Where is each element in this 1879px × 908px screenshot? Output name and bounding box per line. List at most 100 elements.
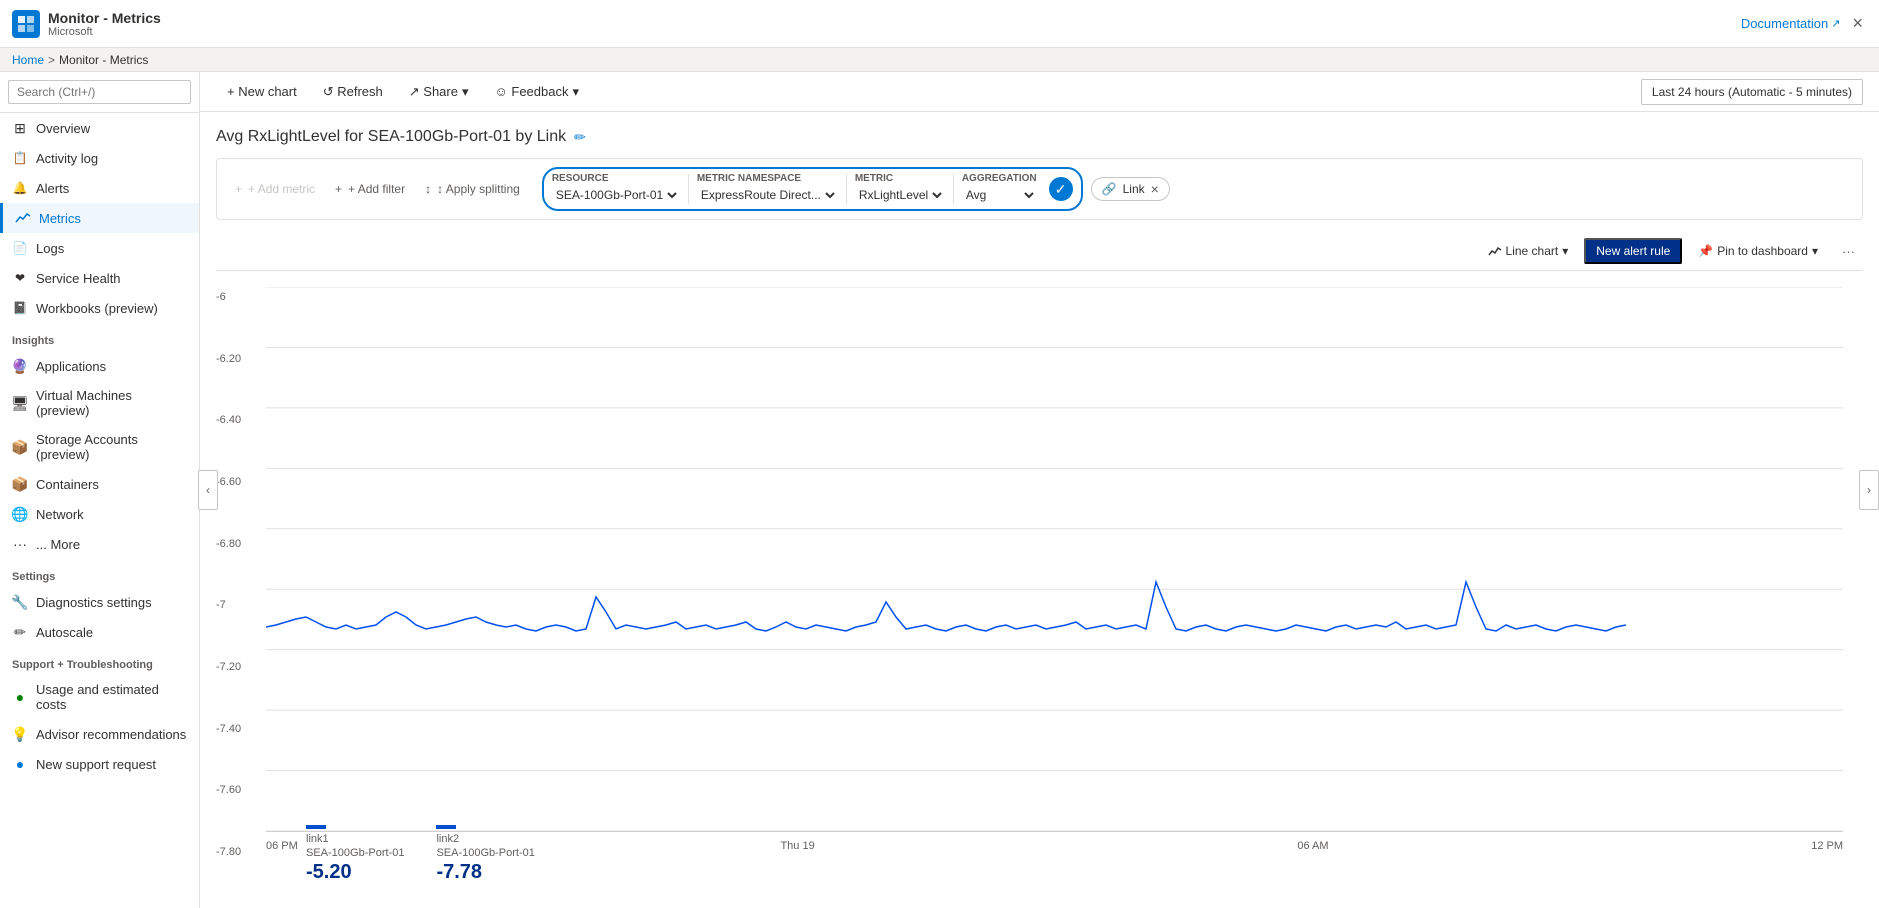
- chart-title: Avg RxLightLevel for SEA-100Gb-Port-01 b…: [216, 128, 566, 146]
- autoscale-icon: ✏: [12, 624, 28, 640]
- advisor-icon: 💡: [12, 726, 28, 742]
- feedback-button[interactable]: ☺ Feedback ▾: [484, 78, 591, 106]
- aggregation-select[interactable]: Avg Min Max: [962, 185, 1037, 205]
- add-filter-button[interactable]: + + Add filter: [329, 179, 411, 199]
- content-area: + New chart ↺ Refresh ↗ Share ▾ ☺ Feedba…: [200, 72, 1879, 908]
- sidebar-item-advisor[interactable]: 💡 Advisor recommendations: [0, 719, 199, 749]
- legend-resource-link2: SEA-100Gb-Port-01: [436, 847, 534, 859]
- sidebar-item-more[interactable]: ··· ... More: [0, 529, 199, 559]
- breadcrumb-home[interactable]: Home: [12, 53, 44, 67]
- support-request-icon: ●: [12, 756, 28, 772]
- sidebar-item-workbooks[interactable]: 📓 Workbooks (preview): [0, 293, 199, 323]
- chart-type-button[interactable]: Line chart ▾: [1480, 240, 1577, 262]
- settings-section-label: Settings: [0, 559, 199, 587]
- network-icon: 🌐: [12, 506, 28, 522]
- chart-legend: link1 SEA-100Gb-Port-01 -5.20 link2 SEA-…: [256, 817, 585, 892]
- new-alert-rule-button[interactable]: New alert rule: [1584, 238, 1682, 264]
- main-toolbar: + New chart ↺ Refresh ↗ Share ▾ ☺ Feedba…: [200, 72, 1879, 112]
- sidebar-item-storage-accounts[interactable]: 📦 Storage Accounts (preview): [0, 425, 199, 469]
- metric-selectors-group: RESOURCE SEA-100Gb-Port-01 METRIC NAMESP…: [542, 167, 1083, 211]
- breadcrumb: Home > Monitor - Metrics: [0, 48, 1879, 72]
- sidebar: ⊞ Overview 📋 Activity log 🔔 Alerts Metri…: [0, 72, 200, 908]
- legend-resource-link1: SEA-100Gb-Port-01: [306, 847, 404, 859]
- sidebar-item-diagnostics[interactable]: 🔧 Diagnostics settings: [0, 587, 199, 617]
- y-axis-labels: -6 -6.20 -6.40 -6.60 -6.80 -7 -7.20 -7.4…: [216, 287, 256, 862]
- namespace-field: METRIC NAMESPACE ExpressRoute Direct...: [697, 173, 838, 205]
- sidebar-item-alerts[interactable]: 🔔 Alerts: [0, 173, 199, 203]
- breadcrumb-current: Monitor - Metrics: [59, 53, 148, 67]
- vm-icon: 🖥: [12, 395, 28, 411]
- new-chart-button[interactable]: + New chart: [216, 78, 308, 105]
- namespace-select[interactable]: ExpressRoute Direct...: [697, 185, 838, 205]
- legend-value-link1: -5.20: [306, 861, 404, 884]
- time-range-button[interactable]: Last 24 hours (Automatic - 5 minutes): [1641, 79, 1863, 105]
- metrics-icon: [15, 210, 31, 226]
- sidebar-item-logs[interactable]: 📄 Logs: [0, 233, 199, 263]
- chart-visualization: -6 -6.20 -6.40 -6.60 -6.80 -7 -7.20 -7.4…: [216, 287, 1863, 892]
- app-title: Monitor - Metrics Microsoft: [48, 10, 161, 38]
- content-expand-button[interactable]: ›: [1859, 470, 1879, 510]
- link-filter-tag[interactable]: 🔗 Link ×: [1091, 177, 1170, 201]
- legend-label-link2: link2: [436, 833, 534, 845]
- documentation-link[interactable]: Documentation ↗: [1741, 16, 1841, 31]
- service-health-icon: ❤: [12, 270, 28, 286]
- top-bar: Monitor - Metrics Microsoft Documentatio…: [0, 0, 1879, 48]
- alerts-icon: 🔔: [12, 180, 28, 196]
- line-chart-icon: [1488, 244, 1502, 258]
- more-icon: ···: [12, 536, 28, 552]
- resource-field: RESOURCE SEA-100Gb-Port-01: [552, 173, 680, 205]
- sidebar-item-applications[interactable]: 🔮 Applications: [0, 351, 199, 381]
- sidebar-search-container: [0, 72, 199, 113]
- apply-splitting-button[interactable]: ↕ ↕ Apply splitting: [419, 179, 526, 199]
- search-input[interactable]: [8, 80, 191, 104]
- applications-icon: 🔮: [12, 358, 28, 374]
- metric-select[interactable]: RxLightLevel: [855, 185, 945, 205]
- remove-link-filter-button[interactable]: ×: [1151, 181, 1159, 197]
- legend-color-link2: [436, 825, 456, 829]
- metric-selector-bar: + + Add metric + + Add filter ↕ ↕ Apply …: [216, 158, 1863, 220]
- workbooks-icon: 📓: [12, 300, 28, 316]
- legend-item-link2: link2 SEA-100Gb-Port-01 -7.78: [436, 825, 534, 884]
- sidebar-collapse-button[interactable]: ‹: [198, 470, 218, 510]
- sidebar-item-overview[interactable]: ⊞ Overview: [0, 113, 199, 143]
- metric-field: METRIC RxLightLevel: [855, 173, 945, 205]
- resource-select[interactable]: SEA-100Gb-Port-01: [552, 185, 680, 205]
- chart-title-row: Avg RxLightLevel for SEA-100Gb-Port-01 b…: [216, 128, 1863, 146]
- sidebar-item-support-request[interactable]: ● New support request: [0, 749, 199, 779]
- sidebar-item-autoscale[interactable]: ✏ Autoscale: [0, 617, 199, 647]
- refresh-button[interactable]: ↺ Refresh: [312, 78, 394, 106]
- sidebar-item-service-health[interactable]: ❤ Service Health: [0, 263, 199, 293]
- containers-icon: 📦: [12, 476, 28, 492]
- sidebar-item-activity-log[interactable]: 📋 Activity log: [0, 143, 199, 173]
- close-button[interactable]: ×: [1848, 9, 1867, 38]
- diagnostics-icon: 🔧: [12, 594, 28, 610]
- chart-more-button[interactable]: ···: [1834, 240, 1863, 263]
- overview-icon: ⊞: [12, 120, 28, 136]
- logs-icon: 📄: [12, 240, 28, 256]
- edit-title-icon[interactable]: ✏: [574, 129, 586, 146]
- confirm-metric-button[interactable]: ✓: [1049, 177, 1073, 201]
- field-separator-2: [846, 174, 847, 204]
- pin-to-dashboard-button[interactable]: 📌 Pin to dashboard ▾: [1690, 240, 1826, 262]
- storage-icon: 📦: [12, 439, 28, 455]
- chart-plot-area: [266, 287, 1843, 832]
- breadcrumb-separator: >: [48, 53, 55, 67]
- chart-type-toolbar: Line chart ▾ New alert rule 📌 Pin to das…: [216, 232, 1863, 271]
- legend-color-link1: [306, 825, 326, 829]
- main-layout: ⊞ Overview 📋 Activity log 🔔 Alerts Metri…: [0, 72, 1879, 908]
- field-separator-3: [953, 174, 954, 204]
- legend-item-link1: link1 SEA-100Gb-Port-01 -5.20: [306, 825, 404, 884]
- sidebar-item-usage-costs[interactable]: ● Usage and estimated costs: [0, 675, 199, 719]
- sidebar-item-network[interactable]: 🌐 Network: [0, 499, 199, 529]
- app-subtitle: Microsoft: [48, 26, 161, 38]
- share-button[interactable]: ↗ Share ▾: [398, 78, 480, 106]
- sidebar-item-containers[interactable]: 📦 Containers: [0, 469, 199, 499]
- chart-svg: [266, 287, 1843, 831]
- add-metric-button[interactable]: + + Add metric: [229, 179, 321, 199]
- sidebar-item-virtual-machines[interactable]: 🖥 Virtual Machines (preview): [0, 381, 199, 425]
- chart-area: Avg RxLightLevel for SEA-100Gb-Port-01 b…: [200, 112, 1879, 908]
- metric-actions: + + Add metric + + Add filter ↕ ↕ Apply …: [229, 179, 526, 199]
- support-section-label: Support + Troubleshooting: [0, 647, 199, 675]
- field-separator-1: [688, 174, 689, 204]
- sidebar-item-metrics[interactable]: Metrics: [0, 203, 199, 233]
